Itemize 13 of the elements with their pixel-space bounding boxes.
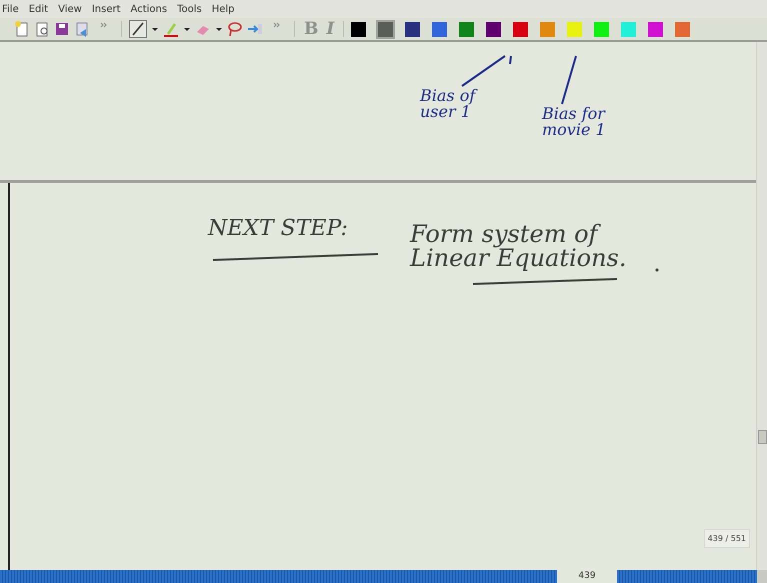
handwritten-note: Bias for movie 1 xyxy=(542,106,606,138)
menu-item[interactable]: Edit xyxy=(28,4,48,14)
page-indicator: 439 / 551 xyxy=(704,529,750,548)
page-number: 439 xyxy=(577,570,597,583)
handwritten-note: NEXT STEP: xyxy=(208,218,348,240)
handwritten-note: Bias of user 1 xyxy=(420,88,476,120)
menu-item[interactable]: View xyxy=(58,4,82,14)
menu-item[interactable]: File xyxy=(2,4,19,14)
menu-item[interactable]: Insert xyxy=(92,4,121,14)
menu-item[interactable]: Help xyxy=(212,4,235,14)
menu-item[interactable]: Tools xyxy=(177,4,202,14)
handwritten-note: Form system of Linear Equations. xyxy=(410,222,627,270)
menu-item[interactable]: Actions xyxy=(130,4,168,14)
